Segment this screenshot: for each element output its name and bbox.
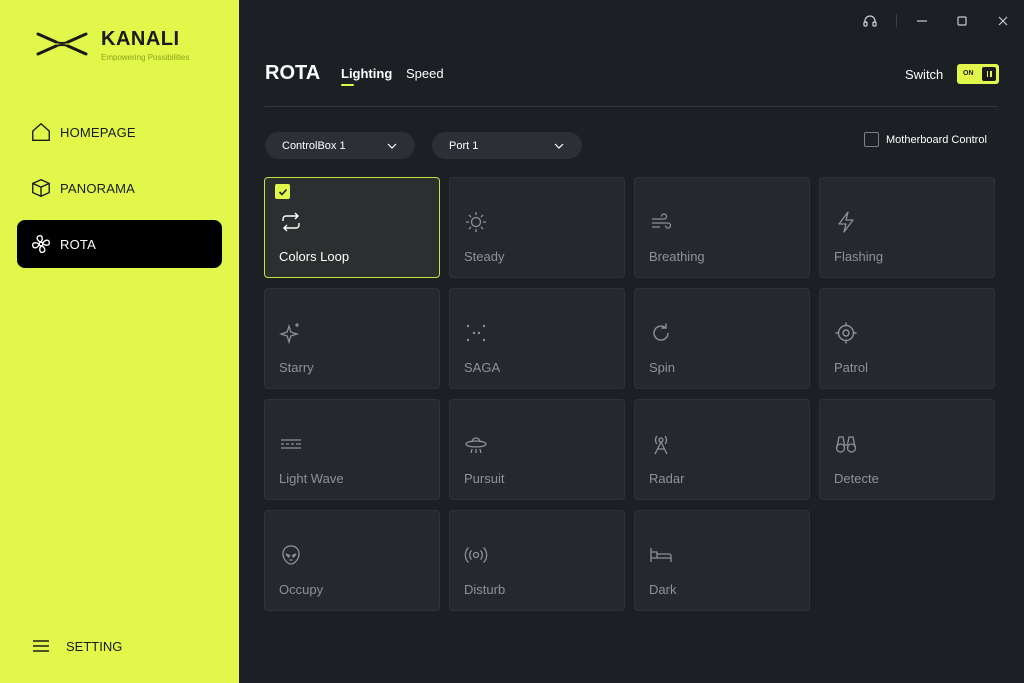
nav-item-rota[interactable]: ROTA [17,220,222,268]
active-tab-indicator [341,84,354,86]
binoculars-icon [835,436,857,453]
sidebar: KANALI Empowering Possibilities HOMEPAGE… [0,0,239,683]
lightning-icon [838,211,854,233]
brand-name: KANALI [101,28,180,50]
rotate-icon [653,323,669,341]
controlbox-select[interactable]: ControlBox 1 [265,132,415,159]
close-icon[interactable] [993,11,1013,31]
mode-card-spin[interactable]: Spin [634,288,810,389]
mode-card-steady[interactable]: Steady [449,177,625,278]
crosshair-icon [835,322,857,344]
switch-label: Switch [905,67,944,82]
nav-item-label: PANORAMA [60,180,136,196]
tab-speed[interactable]: Speed [406,66,444,81]
page-title: ROTA [265,62,321,84]
mode-label: Pursuit [464,471,505,486]
motherboard-control-label: Motherboard Control [886,134,987,146]
kanali-logo-icon [36,32,88,56]
menu-icon [33,640,49,652]
loop-icon [282,212,300,232]
mode-label: Dark [649,582,677,597]
bed-icon [650,548,672,562]
minimize-icon[interactable] [912,11,932,31]
mode-label: Detecte [834,471,879,486]
chevron-down-icon [387,143,397,149]
mode-label: Steady [464,249,505,264]
mode-label: Starry [279,360,314,375]
mode-label: Light Wave [279,471,344,486]
toggle-knob [982,67,996,81]
mode-label: Patrol [834,360,868,375]
toggle-state-label: ON [963,70,974,77]
setting-label: SETTING [66,638,123,654]
mode-card-patrol[interactable]: Patrol [819,288,995,389]
port-select[interactable]: Port 1 [432,132,582,159]
port-value: Port 1 [449,139,479,152]
mode-label: Colors Loop [279,249,350,264]
sun-icon [466,212,486,232]
brand-tagline: Empowering Possibilities [101,53,190,62]
mode-label: Spin [649,360,676,375]
mode-label: Breathing [649,249,705,264]
nav-item-label: HOMEPAGE [60,124,136,140]
alien-icon [282,545,300,565]
mode-card-breathing[interactable]: Breathing [634,177,810,278]
motherboard-control-checkbox[interactable] [864,132,879,147]
support-headset-icon[interactable] [860,11,880,31]
header-divider [265,106,998,107]
selected-check-icon [275,184,290,199]
mode-card-detecte[interactable]: Detecte [819,399,995,500]
setting-button[interactable]: SETTING [31,636,122,656]
wind-icon [652,213,672,229]
mode-card-occupy[interactable]: Occupy [264,510,440,611]
ufo-icon [465,437,487,454]
mode-card-light-wave[interactable]: Light Wave [264,399,440,500]
titlebar-divider [896,14,897,28]
mode-card-flashing[interactable]: Flashing [819,177,995,278]
signal-icon [464,547,488,563]
mode-card-saga[interactable]: SAGA [449,288,625,389]
tab-lighting[interactable]: Lighting [341,66,392,81]
maximize-icon[interactable] [952,11,972,31]
mode-card-colors-loop[interactable]: Colors Loop [264,177,440,278]
fan-icon [31,234,51,254]
dots-icon [466,324,486,342]
mode-label: Radar [649,471,685,486]
mode-card-pursuit[interactable]: Pursuit [449,399,625,500]
home-icon [32,122,50,141]
mode-card-starry[interactable]: Starry [264,288,440,389]
power-toggle[interactable]: ON [957,64,999,84]
mode-label: Disturb [464,582,506,597]
nav-item-label: ROTA [60,236,96,252]
chevron-down-icon [554,143,564,149]
mode-label: Flashing [834,249,884,264]
wave-icon [281,439,301,449]
nav-item-homepage[interactable]: HOMEPAGE [17,108,222,156]
mode-card-dark[interactable]: Dark [634,510,810,611]
mode-label: SAGA [464,360,501,375]
box-icon [32,178,50,198]
radar-tower-icon [654,435,668,455]
nav-item-panorama[interactable]: PANORAMA [17,164,222,212]
mode-card-disturb[interactable]: Disturb [449,510,625,611]
controlbox-value: ControlBox 1 [282,139,346,152]
mode-card-radar[interactable]: Radar [634,399,810,500]
mode-label: Occupy [279,582,324,597]
sparkle-icon [279,323,300,345]
